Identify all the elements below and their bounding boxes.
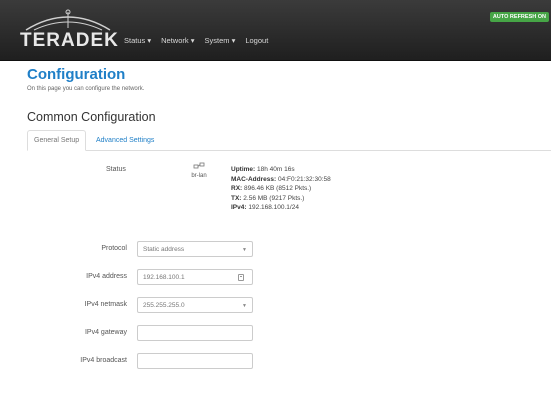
config-tabs: General Setup Advanced Settings: [27, 130, 551, 151]
ipv4-netmask-label: IPv4 netmask: [84, 301, 127, 308]
interface-indicator: br-lan: [184, 162, 214, 179]
main-nav: Status ▾ Network ▾ System ▾ Logout: [124, 36, 268, 45]
protocol-label: Protocol: [101, 245, 127, 252]
status-label: Status: [106, 166, 126, 173]
top-header: TERADEK Status ▾ Network ▾ System ▾ Logo…: [0, 0, 551, 61]
page-title: Configuration: [27, 66, 126, 83]
tx-key: TX:: [231, 194, 242, 202]
auto-refresh-badge[interactable]: AUTO REFRESH ON: [489, 12, 549, 22]
ipv4-gateway-input[interactable]: [137, 325, 253, 341]
nav-network[interactable]: Network ▾: [161, 36, 194, 45]
ipv4-address-row: IPv4 address 192.168.100.1: [0, 269, 551, 287]
network-port-icon: [193, 162, 205, 169]
address-book-icon: [238, 274, 244, 281]
ipv4-broadcast-label: IPv4 broadcast: [80, 357, 127, 364]
interface-name: br-lan: [191, 173, 207, 179]
ipv4-broadcast-row: IPv4 broadcast: [0, 353, 551, 371]
chevron-down-icon: ▼: [242, 247, 247, 253]
tab-advanced-settings[interactable]: Advanced Settings: [89, 130, 161, 151]
brand-name: TERADEK: [20, 30, 119, 51]
mac-value: 04:F0:21:32:30:58: [277, 175, 331, 183]
protocol-row: Protocol Static address ▼: [0, 241, 551, 259]
page-subtitle: On this page you can configure the netwo…: [27, 86, 145, 92]
nav-system[interactable]: System ▾: [204, 36, 235, 45]
teradek-logo[interactable]: TERADEK: [20, 8, 119, 54]
ipv4-key: IPv4:: [231, 204, 247, 212]
mac-key: MAC-Address:: [231, 175, 277, 183]
protocol-value: Static address: [143, 246, 185, 253]
ipv4-address-label: IPv4 address: [86, 273, 127, 280]
uptime-value: 18h 40m 16s: [257, 166, 295, 173]
ipv4-value: 192.168.100.1/24: [248, 204, 299, 212]
ipv4-netmask-select[interactable]: 255.255.255.0 ▼: [137, 297, 253, 313]
nav-logout[interactable]: Logout: [245, 36, 268, 45]
rx-key: RX:: [231, 185, 243, 193]
rx-value: 896.46 KB (8512 Pkts.): [244, 185, 312, 193]
ipv4-address-input[interactable]: 192.168.100.1: [137, 269, 253, 285]
ipv4-netmask-value: 255.255.255.0: [143, 302, 185, 309]
tx-value: 2.56 MB (9217 Pkts.): [243, 194, 305, 202]
section-title: Common Configuration: [27, 110, 156, 124]
ipv4-address-value: 192.168.100.1: [143, 274, 185, 281]
protocol-select[interactable]: Static address ▼: [137, 241, 253, 257]
chevron-down-icon: ▼: [242, 303, 247, 309]
ipv4-netmask-row: IPv4 netmask 255.255.255.0 ▼: [0, 297, 551, 315]
tab-general-setup[interactable]: General Setup: [27, 130, 87, 151]
uptime-key: Uptime:: [231, 166, 256, 173]
ipv4-gateway-label: IPv4 gateway: [84, 329, 127, 336]
ipv4-gateway-row: IPv4 gateway: [0, 325, 551, 343]
status-details: Uptime: 18h 40m 16s MAC-Address: 04:F0:2…: [231, 165, 331, 213]
ipv4-broadcast-input[interactable]: [137, 353, 253, 369]
nav-status[interactable]: Status ▾: [124, 36, 151, 45]
